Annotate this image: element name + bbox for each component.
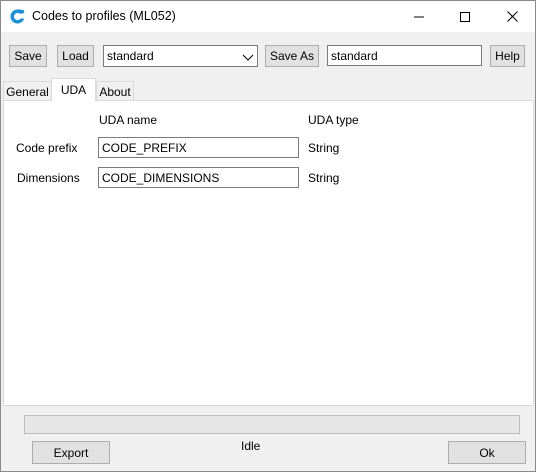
code-prefix-input[interactable]: CODE_PREFIX [98, 137, 299, 158]
settings-dropdown[interactable]: standard [103, 45, 258, 67]
tab-uda[interactable]: UDA [51, 78, 96, 101]
settings-dropdown-value: standard [107, 49, 154, 63]
app-logo-icon [9, 8, 26, 25]
minimize-button[interactable] [396, 1, 442, 32]
window-title: Codes to profiles (ML052) [32, 9, 176, 23]
close-button[interactable] [489, 1, 535, 32]
tab-about[interactable]: About [96, 81, 134, 101]
dimensions-type: String [308, 171, 340, 185]
maximize-icon [460, 11, 470, 22]
tab-general[interactable]: General [3, 81, 52, 101]
save-button[interactable]: Save [9, 45, 47, 67]
progress-bar [24, 415, 520, 434]
uda-type-header: UDA type [308, 113, 359, 127]
ok-button[interactable]: Ok [448, 441, 526, 464]
title-bar[interactable]: Codes to profiles (ML052) [1, 1, 535, 32]
uda-name-header: UDA name [99, 113, 158, 127]
save-as-name-input[interactable]: standard [327, 45, 482, 66]
minimize-icon [414, 12, 424, 22]
close-icon [506, 11, 518, 22]
code-prefix-type: String [308, 141, 340, 155]
load-button[interactable]: Load [57, 45, 94, 67]
maximize-button[interactable] [442, 1, 488, 32]
dimensions-input[interactable]: CODE_DIMENSIONS [98, 167, 299, 188]
chevron-down-icon[interactable] [242, 51, 254, 61]
code-prefix-label: Code prefix [16, 141, 78, 155]
status-text: Idle [241, 439, 261, 453]
save-as-button[interactable]: Save As [265, 45, 319, 67]
main-window: Codes to profiles (ML052) Save Load stan… [0, 0, 536, 472]
help-button[interactable]: Help [490, 45, 525, 67]
dimensions-label: Dimensions [17, 171, 80, 185]
export-button[interactable]: Export [32, 441, 110, 464]
